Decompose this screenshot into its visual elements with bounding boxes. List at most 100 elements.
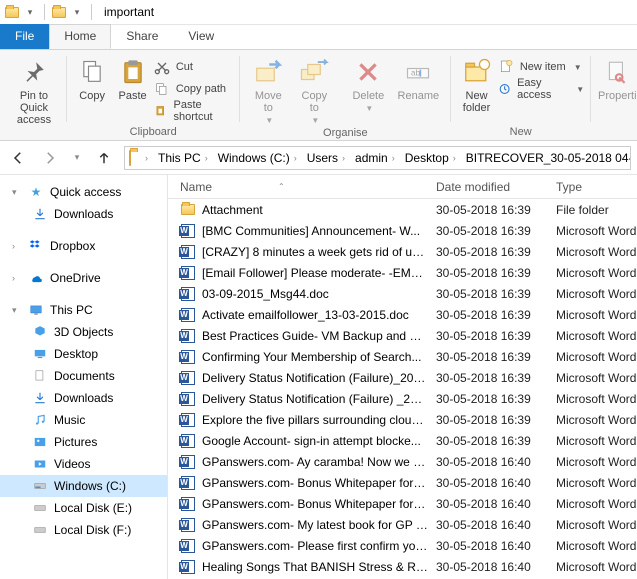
file-row[interactable]: Attachment30-05-2018 16:39File folder bbox=[168, 199, 637, 220]
tree-documents[interactable]: Documents bbox=[0, 365, 167, 387]
file-name: [BMC Communities] Announcement- W... bbox=[202, 224, 420, 238]
tree-videos[interactable]: Videos bbox=[0, 453, 167, 475]
file-row[interactable]: Delivery Status Notification (Failure) _… bbox=[168, 388, 637, 409]
file-row[interactable]: Activate emailfollower_13-03-2015.doc30-… bbox=[168, 304, 637, 325]
file-row[interactable]: GPanswers.com- Please first confirm you.… bbox=[168, 535, 637, 556]
copy-icon bbox=[76, 56, 108, 88]
file-row[interactable]: [Email Follower] Please moderate- -EML .… bbox=[168, 262, 637, 283]
nav-recent-button[interactable]: ▾ bbox=[70, 146, 84, 170]
title-bar: ▾ ▾ important bbox=[0, 0, 637, 25]
svg-text:ab: ab bbox=[411, 69, 421, 78]
crumb-users[interactable]: Users› bbox=[301, 147, 349, 169]
crumb-this-pc[interactable]: This PC› bbox=[152, 147, 212, 169]
tree-onedrive[interactable]: ›OneDrive bbox=[0, 267, 167, 289]
file-row[interactable]: GPanswers.com- Ay caramba! Now we h...30… bbox=[168, 451, 637, 472]
file-row[interactable]: Best Practices Guide- VM Backup and Re..… bbox=[168, 325, 637, 346]
new-folder-button[interactable]: New folder bbox=[457, 54, 496, 114]
tab-share[interactable]: Share bbox=[111, 24, 173, 49]
file-row[interactable]: GPanswers.com- Bonus Whitepaper for S...… bbox=[168, 493, 637, 514]
file-name: Delivery Status Notification (Failure) _… bbox=[202, 392, 428, 406]
file-type: Microsoft Word bbox=[548, 455, 637, 469]
tree-downloads-qa[interactable]: Downloads bbox=[0, 203, 167, 225]
file-name: [CRAZY] 8 minutes a week gets rid of un.… bbox=[202, 245, 428, 259]
tree-desktop[interactable]: Desktop bbox=[0, 343, 167, 365]
file-row[interactable]: Healing Songs That BANISH Stress & Red..… bbox=[168, 556, 637, 577]
move-to-icon bbox=[252, 56, 284, 88]
file-row[interactable]: Confirming Your Membership of Search...3… bbox=[168, 346, 637, 367]
copy-to-button[interactable]: Copy to▼ bbox=[292, 54, 336, 125]
breadcrumb[interactable]: › This PC› Windows (C:)› Users› admin› D… bbox=[124, 146, 631, 170]
file-type: Microsoft Word bbox=[548, 329, 637, 343]
tree-dropbox[interactable]: ›Dropbox bbox=[0, 235, 167, 257]
word-doc-icon bbox=[180, 244, 196, 260]
delete-button[interactable]: Delete▼ bbox=[346, 54, 390, 113]
file-date: 30-05-2018 16:39 bbox=[428, 224, 548, 238]
file-row[interactable]: Google Account- sign-in attempt blocke..… bbox=[168, 430, 637, 451]
word-doc-icon bbox=[180, 496, 196, 512]
tab-home[interactable]: Home bbox=[49, 24, 111, 49]
pc-icon bbox=[28, 302, 44, 318]
window-title: important bbox=[100, 5, 154, 19]
properties-button[interactable]: Properties bbox=[597, 54, 637, 102]
file-date: 30-05-2018 16:39 bbox=[428, 203, 548, 217]
word-doc-icon bbox=[180, 475, 196, 491]
file-name: GPanswers.com- Bonus Whitepaper for S... bbox=[202, 497, 428, 511]
word-doc-icon bbox=[180, 454, 196, 470]
qat-folder-icon[interactable] bbox=[51, 4, 67, 20]
tree-local-e[interactable]: Local Disk (E:) bbox=[0, 497, 167, 519]
file-row[interactable]: 03-09-2015_Msg44.doc30-05-2018 16:39Micr… bbox=[168, 283, 637, 304]
word-doc-icon bbox=[180, 328, 196, 344]
paste-button[interactable]: Paste bbox=[113, 54, 151, 102]
tab-view[interactable]: View bbox=[173, 24, 229, 49]
ribbon: Pin to Quick access Copy Paste Cut Copy … bbox=[0, 49, 637, 141]
rename-button[interactable]: ab Rename bbox=[392, 54, 444, 102]
tree-windows-c[interactable]: Windows (C:) bbox=[0, 475, 167, 497]
qat-dropdown-icon[interactable]: ▾ bbox=[69, 4, 85, 20]
pin-to-quick-access-button[interactable]: Pin to Quick access bbox=[8, 54, 60, 126]
easy-access-button[interactable]: Easy access▼ bbox=[498, 78, 584, 100]
tab-file[interactable]: File bbox=[0, 24, 49, 49]
file-type: Microsoft Word bbox=[548, 224, 637, 238]
file-date: 30-05-2018 16:39 bbox=[428, 245, 548, 259]
file-row[interactable]: GPanswers.com- My latest book for GP a..… bbox=[168, 514, 637, 535]
cut-button[interactable]: Cut bbox=[154, 56, 234, 78]
file-name: Attachment bbox=[202, 203, 263, 217]
tree-local-f[interactable]: Local Disk (F:) bbox=[0, 519, 167, 541]
crumb-windows-c[interactable]: Windows (C:)› bbox=[212, 147, 301, 169]
file-row[interactable]: Delivery Status Notification (Failure)_2… bbox=[168, 367, 637, 388]
file-name: [Email Follower] Please moderate- -EML .… bbox=[202, 266, 428, 280]
pin-icon bbox=[18, 56, 50, 88]
tree-downloads[interactable]: Downloads bbox=[0, 387, 167, 409]
tree-music[interactable]: Music bbox=[0, 409, 167, 431]
file-type: Microsoft Word bbox=[548, 266, 637, 280]
organise-group-label: Organise bbox=[246, 125, 444, 140]
tree-pictures[interactable]: Pictures bbox=[0, 431, 167, 453]
nav-back-button[interactable] bbox=[6, 146, 30, 170]
nav-tree[interactable]: ▾★Quick access Downloads ›Dropbox ›OneDr… bbox=[0, 175, 168, 579]
breadcrumb-folder-icon bbox=[129, 151, 131, 165]
file-row[interactable]: [BMC Communities] Announcement- W... 30-0… bbox=[168, 220, 637, 241]
col-date[interactable]: Date modified bbox=[428, 180, 548, 194]
qat-overflow-icon[interactable]: ▾ bbox=[22, 4, 38, 20]
tree-quick-access[interactable]: ▾★Quick access bbox=[0, 181, 167, 203]
paste-shortcut-button[interactable]: Paste shortcut bbox=[154, 100, 234, 122]
word-doc-icon bbox=[180, 538, 196, 554]
crumb-folder[interactable]: BITRECOVER_30-05-2018 04-38 bbox=[460, 147, 631, 169]
file-row[interactable]: [CRAZY] 8 minutes a week gets rid of un.… bbox=[168, 241, 637, 262]
tree-this-pc[interactable]: ▾This PC bbox=[0, 299, 167, 321]
nav-up-button[interactable] bbox=[92, 146, 116, 170]
tree-3d-objects[interactable]: 3D Objects bbox=[0, 321, 167, 343]
move-to-button[interactable]: Move to▼ bbox=[246, 54, 290, 125]
file-row[interactable]: Explore the five pillars surrounding clo… bbox=[168, 409, 637, 430]
copy-button[interactable]: Copy bbox=[73, 54, 111, 102]
crumb-desktop[interactable]: Desktop› bbox=[399, 147, 460, 169]
file-row[interactable]: GPanswers.com- Bonus Whitepaper for S...… bbox=[168, 472, 637, 493]
new-folder-icon bbox=[461, 56, 493, 88]
crumb-admin[interactable]: admin› bbox=[349, 147, 399, 169]
copy-path-button[interactable]: Copy path bbox=[154, 78, 234, 100]
col-type[interactable]: Type bbox=[548, 180, 637, 194]
objects3d-icon bbox=[32, 324, 48, 340]
new-item-button[interactable]: New item▼ bbox=[498, 56, 584, 78]
col-name[interactable]: Name⌃ bbox=[168, 180, 428, 194]
nav-forward-button[interactable] bbox=[38, 146, 62, 170]
